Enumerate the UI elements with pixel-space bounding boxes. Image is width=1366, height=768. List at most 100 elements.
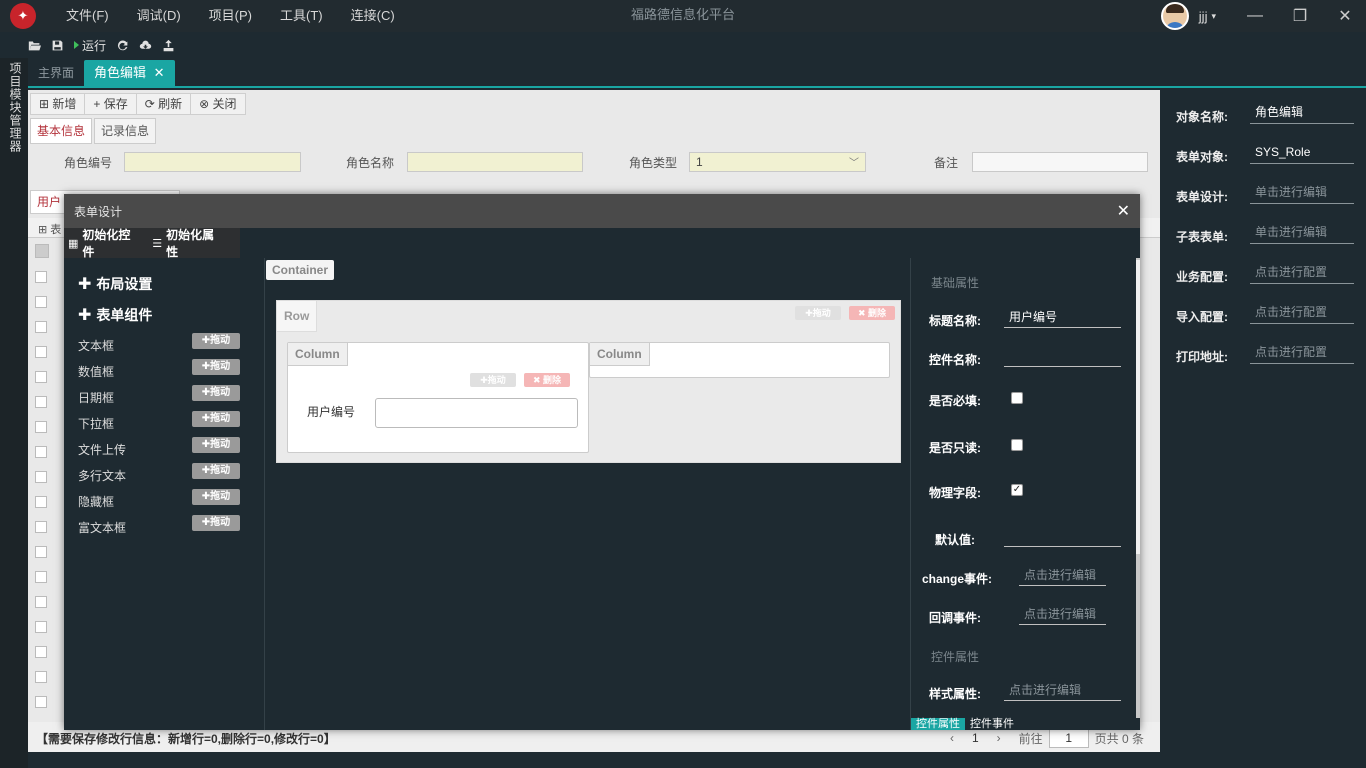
minimize-button[interactable]: — [1235,0,1275,32]
user-code-field-input[interactable] [375,398,578,428]
row-checkbox[interactable] [35,546,47,558]
row-checkbox[interactable] [35,646,47,658]
column-drag-button[interactable]: ✚拖动 [470,373,516,387]
save-button[interactable]: + 保存 [85,94,137,114]
upload-button[interactable] [162,39,175,52]
row-checkbox[interactable] [35,371,47,383]
tab-control-attributes[interactable]: 控件属性 [911,718,965,730]
drag-handle[interactable]: ✚拖动 [192,359,240,375]
row-checkbox[interactable] [35,271,47,283]
page-number-1[interactable]: 1 [972,731,979,745]
row-checkbox[interactable] [35,671,47,683]
prop-value[interactable]: 单击进行编辑 [1250,222,1354,244]
drag-handle[interactable]: ✚拖动 [192,333,240,349]
prop-value[interactable]: 点击进行配置 [1250,302,1354,324]
goto-page-input[interactable]: 1 [1048,728,1089,748]
menu-tools[interactable]: 工具(T) [266,0,337,32]
title-name-input[interactable]: 用户编号 [1004,306,1121,328]
row-checkbox[interactable] [35,696,47,708]
close-tab-icon[interactable]: ✕ [154,65,165,80]
column-tag[interactable]: Column [288,343,348,366]
save-file-button[interactable] [51,39,64,52]
form-components-heading[interactable]: ✚ 表单组件 [78,305,152,325]
row-drag-button[interactable]: ✚拖动 [795,306,841,320]
container-tag[interactable]: Container [266,260,335,280]
tab-init-controls[interactable]: ▦ 初始化控件 [68,226,142,260]
tab-init-attributes[interactable]: ☰ 初始化属性 [152,226,226,260]
run-button[interactable]: 运行 [74,37,106,54]
drag-handle[interactable]: ✚拖动 [192,489,240,505]
refresh-button[interactable] [116,39,129,52]
close-dialog-button[interactable]: ✕ [1117,201,1130,221]
open-folder-button[interactable] [28,39,41,52]
row-block[interactable]: Row ✚拖动 ✖ 删除 Column ✚拖动 ✖ 删除 用户编号 Column [276,300,901,463]
attr-change-event: change事件: 点击进行编辑 [922,564,1129,590]
column-tag[interactable]: Column [590,343,650,366]
remark-input[interactable] [972,152,1148,172]
tab-home[interactable]: 主界面 [28,60,84,86]
menu-project[interactable]: 项目(P) [195,0,266,32]
control-name-input[interactable] [1004,345,1121,367]
layout-settings-heading[interactable]: ✚ 布局设置 [78,274,152,294]
scrollbar-thumb[interactable] [1136,260,1140,554]
prop-value[interactable]: 点击进行配置 [1250,342,1354,364]
drag-handle[interactable]: ✚拖动 [192,385,240,401]
change-event-input[interactable]: 点击进行编辑 [1019,564,1106,586]
role-name-input[interactable] [407,152,583,172]
row-checkbox[interactable] [35,521,47,533]
drag-handle[interactable]: ✚拖动 [192,437,240,453]
prop-value[interactable]: SYS_Role [1250,142,1354,164]
row-checkbox[interactable] [35,346,47,358]
column-block-1[interactable]: Column ✚拖动 ✖ 删除 用户编号 [287,342,589,453]
menu-connect[interactable]: 连接(C) [337,0,409,32]
design-canvas[interactable]: Container Row ✚拖动 ✖ 删除 Column ✚拖动 ✖ 删除 用… [264,258,911,730]
callback-event-input[interactable]: 点击进行编辑 [1019,603,1106,625]
add-button[interactable]: ⊞ 新增 [31,94,86,114]
role-type-select[interactable]: 1 ﹀ [689,152,866,172]
prop-value[interactable]: 角色编辑 [1250,102,1354,124]
refresh-page-button[interactable]: ⟳ 刷新 [137,94,192,114]
required-checkbox[interactable] [1011,392,1023,404]
restore-button[interactable]: ❐ [1280,0,1320,32]
close-page-button[interactable]: ⊗ 关闭 [191,94,244,114]
style-input[interactable]: 点击进行编辑 [1004,679,1121,701]
default-value-input[interactable] [1004,525,1121,547]
drag-handle[interactable]: ✚拖动 [192,463,240,479]
prop-value[interactable]: 单击进行编辑 [1250,182,1354,204]
row-checkbox[interactable] [35,571,47,583]
row-checkbox[interactable] [35,421,47,433]
attr-label: 样式属性: [929,687,981,701]
row-checkbox[interactable] [35,596,47,608]
row-checkbox[interactable] [35,396,47,408]
attr-label: change事件: [922,572,993,586]
column-delete-button[interactable]: ✖ 删除 [524,373,570,387]
readonly-checkbox[interactable] [1011,439,1023,451]
physical-field-checkbox[interactable]: ✓ [1011,484,1023,496]
prev-page-button[interactable]: ‹ [950,731,954,745]
select-all-checkbox[interactable] [35,244,49,258]
tab-control-events[interactable]: 控件事件 [965,718,1019,730]
menu-debug[interactable]: 调试(D) [123,0,195,32]
row-tag[interactable]: Row [277,301,318,332]
row-checkbox[interactable] [35,446,47,458]
next-page-button[interactable]: › [997,731,1001,745]
row-checkbox[interactable] [35,321,47,333]
tab-basic-info[interactable]: 基本信息 [30,118,93,144]
drag-handle[interactable]: ✚拖动 [192,515,240,531]
menu-file[interactable]: 文件(F) [52,0,123,32]
prop-value[interactable]: 点击进行配置 [1250,262,1354,284]
project-module-manager-tab[interactable]: 项目模块管理器 [7,62,24,153]
user-menu[interactable]: jjj ▾ [1160,2,1216,30]
role-code-input[interactable] [124,152,301,172]
close-window-button[interactable]: ✕ [1325,0,1365,32]
column-block-2[interactable]: Column [589,342,890,378]
row-checkbox[interactable] [35,496,47,508]
row-checkbox[interactable] [35,471,47,483]
cloud-download-button[interactable] [139,39,152,52]
tab-role-edit[interactable]: 角色编辑 ✕ [84,60,175,86]
row-delete-button[interactable]: ✖ 删除 [849,306,895,320]
drag-handle[interactable]: ✚拖动 [192,411,240,427]
row-checkbox[interactable] [35,621,47,633]
tab-record-info[interactable]: 记录信息 [94,118,157,144]
row-checkbox[interactable] [35,296,47,308]
